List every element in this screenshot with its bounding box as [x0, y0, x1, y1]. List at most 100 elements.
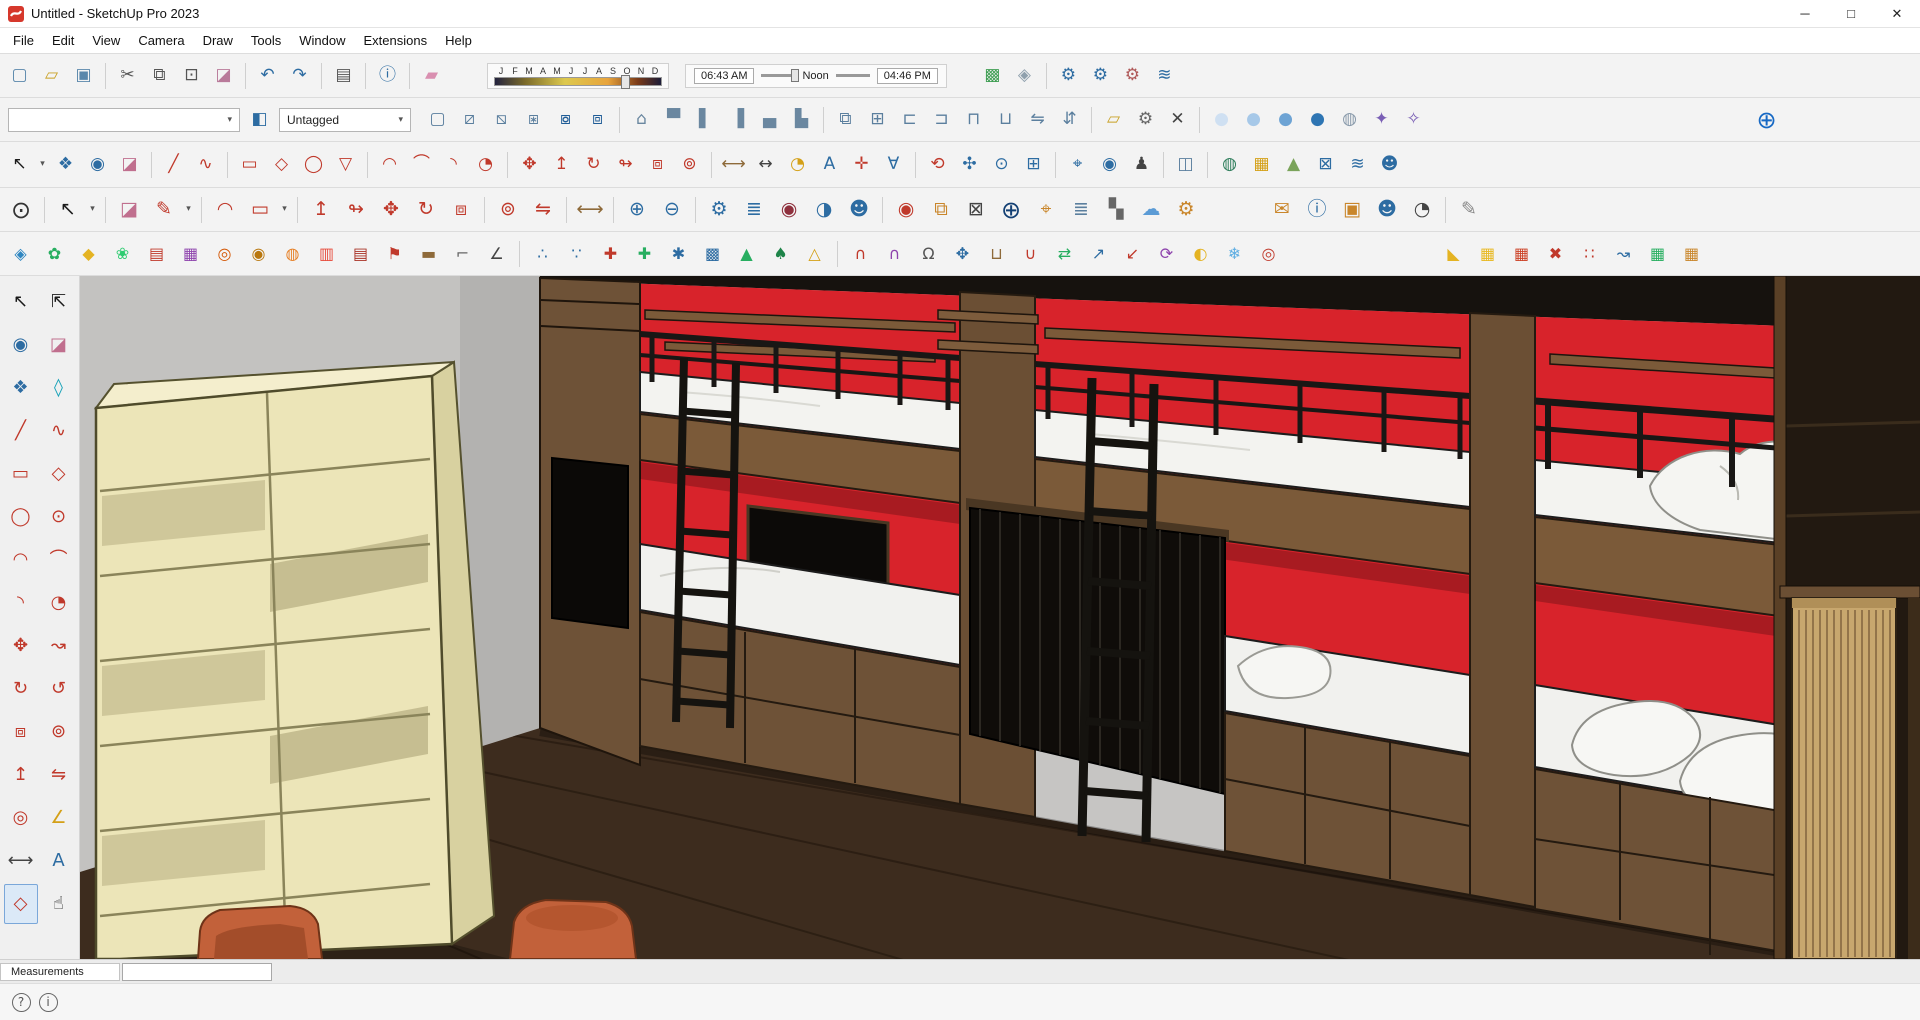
open-file[interactable]: ▱	[36, 61, 67, 91]
tags-dropdown[interactable]: Untagged ▾	[279, 108, 411, 132]
materials[interactable]: ◉	[772, 193, 806, 227]
push-pull[interactable]: ↥	[546, 150, 577, 180]
shadow-end-time[interactable]: 04:46 PM	[877, 68, 938, 84]
close-button[interactable]: ✕	[1874, 0, 1920, 27]
ext-snowflake[interactable]: ❄	[1218, 239, 1251, 269]
move-tool[interactable]: ✥	[4, 626, 38, 666]
sandbox-tools[interactable]: ≋	[1149, 61, 1180, 91]
measurements-input[interactable]	[122, 963, 272, 981]
ext-mountain[interactable]: △	[798, 239, 831, 269]
select-large[interactable]: ↖	[51, 193, 85, 227]
ext-grid-red[interactable]: ▦	[1505, 239, 1538, 269]
account-badge[interactable]: ☻	[842, 193, 876, 227]
ext-export[interactable]: ↗	[1082, 239, 1115, 269]
ext-import[interactable]: ↙	[1116, 239, 1149, 269]
ext-roll[interactable]: ◉	[242, 239, 275, 269]
soften-edges-100[interactable]: ●	[1302, 105, 1333, 135]
ext-bevel[interactable]: ◈	[4, 239, 37, 269]
menu-draw[interactable]: Draw	[194, 29, 242, 52]
two-point-arc[interactable]: ⌒	[406, 150, 437, 180]
move[interactable]: ✥	[514, 150, 545, 180]
eraser-large[interactable]: ◪	[112, 193, 146, 227]
follow-me-large[interactable]: ↬	[339, 193, 373, 227]
solid-union[interactable]: ⧅	[486, 105, 517, 135]
rotated-rect-active-tool[interactable]: ◇	[4, 884, 38, 924]
rotate-large[interactable]: ↻	[409, 193, 443, 227]
smooth-normals[interactable]: ◍	[1334, 105, 1365, 135]
zoom-out[interactable]: ⊖	[655, 193, 689, 227]
component-tool[interactable]: ❖	[4, 368, 38, 408]
ext-pipe[interactable]: ⌐	[446, 239, 479, 269]
move-large[interactable]: ✥	[374, 193, 408, 227]
align-top[interactable]: ⊓	[958, 105, 989, 135]
feedback-message[interactable]: ✉	[1265, 193, 1299, 227]
close-panel[interactable]: ✕	[1162, 105, 1193, 135]
grid-tool[interactable]: ▦	[1246, 150, 1277, 180]
ext-omega[interactable]: Ω	[912, 239, 945, 269]
circle-tool[interactable]: ◯	[4, 497, 38, 537]
add-item[interactable]: ⊕	[994, 193, 1028, 227]
3d-viewport[interactable]	[80, 276, 1920, 959]
freehand-tool[interactable]: ∿	[42, 411, 76, 451]
shadow-date-slider[interactable]: JFMAMJJASOND	[487, 63, 669, 89]
line[interactable]: ╱	[158, 150, 189, 180]
settings-advanced[interactable]: ⚙	[1169, 193, 1203, 227]
position-camera[interactable]: ⌖	[1062, 150, 1093, 180]
shadow-start-time[interactable]: 06:43 AM	[694, 68, 754, 84]
print[interactable]: ▤	[328, 61, 359, 91]
align-right[interactable]: ⊐	[926, 105, 957, 135]
protractor-tool[interactable]: ∠	[42, 798, 76, 838]
ext-dots[interactable]: ∷	[1573, 239, 1606, 269]
solid-subtract[interactable]: ⧆	[518, 105, 549, 135]
outer-shell[interactable]: ▢	[422, 105, 453, 135]
soften-edges-50[interactable]: ●	[1238, 105, 1269, 135]
undo[interactable]: ↶	[252, 61, 283, 91]
magic-wand-options[interactable]: ✧	[1398, 105, 1429, 135]
drape[interactable]: ≋	[1342, 150, 1373, 180]
erase-selected[interactable]: ◪	[208, 61, 239, 91]
wardrobe-model[interactable]	[96, 362, 510, 959]
freehand[interactable]: ∿	[190, 150, 221, 180]
annotate-pen[interactable]: ✎	[1452, 193, 1486, 227]
avatar-tool[interactable]: ☻	[1374, 150, 1405, 180]
push-pull-large[interactable]: ↥	[304, 193, 338, 227]
ext-flag[interactable]: ⚑	[378, 239, 411, 269]
mirror-tool[interactable]: ⇋	[42, 755, 76, 795]
model-scene[interactable]	[80, 276, 1920, 959]
orange-chair-right[interactable]	[510, 900, 636, 959]
copy-array[interactable]: ⧉	[830, 105, 861, 135]
line-tool[interactable]: ╱	[4, 411, 38, 451]
ext-swirl[interactable]: ◍	[276, 239, 309, 269]
screen-capture[interactable]: ⊠	[959, 193, 993, 227]
scale[interactable]: ⧈	[642, 150, 673, 180]
align-bottom[interactable]: ⊔	[990, 105, 1021, 135]
zoom-extents[interactable]: ⊞	[1018, 150, 1049, 180]
ext-heal-red[interactable]: ✚	[594, 239, 627, 269]
dimension-tool[interactable]: ⟷	[4, 841, 38, 881]
credits-info[interactable]: i	[35, 989, 61, 1015]
ext-grid-yellow[interactable]: ▦	[1471, 239, 1504, 269]
ext-library[interactable]: ▤	[140, 239, 173, 269]
extension-warehouse[interactable]: ⚙	[1085, 61, 1116, 91]
copy[interactable]: ⧉	[144, 61, 175, 91]
two-point-arc-tool[interactable]: ⌒	[42, 540, 76, 580]
make-component[interactable]: ❖	[50, 150, 81, 180]
protractor[interactable]: ◔	[782, 150, 813, 180]
date-gradient-track[interactable]	[494, 77, 662, 86]
ext-horseshoe[interactable]: ∩	[844, 239, 877, 269]
time-track-right[interactable]	[836, 74, 870, 77]
geolocation-status[interactable]: ?	[8, 989, 34, 1015]
tag-tool[interactable]: ◊	[42, 368, 76, 408]
3d-text[interactable]: ∀	[878, 150, 909, 180]
divider-column-c[interactable]	[1470, 313, 1535, 907]
offset-tool[interactable]: ⊚	[42, 712, 76, 752]
tape-measure[interactable]: ⟷	[718, 150, 749, 180]
date-slider-thumb[interactable]	[621, 75, 630, 89]
label-tool[interactable]: A	[42, 841, 76, 881]
styles-edit[interactable]: ◧	[244, 105, 275, 135]
end-wardrobe-unit[interactable]	[1774, 276, 1920, 959]
ext-tree[interactable]: ♠	[764, 239, 797, 269]
ext-dot-grid[interactable]: ▩	[696, 239, 729, 269]
outliner[interactable]: ≣	[737, 193, 771, 227]
ellipse-tool[interactable]: ⊙	[42, 497, 76, 537]
